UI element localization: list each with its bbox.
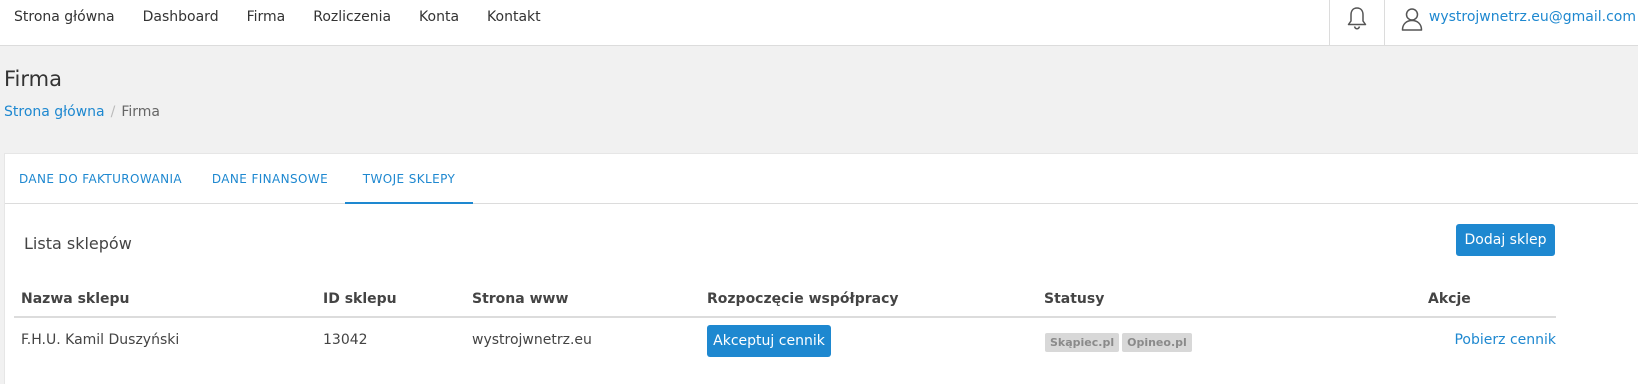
column-header-start: Rozpoczęcie współpracy bbox=[707, 291, 899, 307]
download-pricelist-link[interactable]: Pobierz cennik bbox=[1454, 332, 1556, 348]
main-nav: Strona główna Dashboard Firma Rozliczeni… bbox=[0, 0, 555, 34]
shop-www-cell: wystrojwnetrz.eu bbox=[472, 332, 592, 348]
column-header-actions: Akcje bbox=[1428, 291, 1471, 307]
nav-link-accounts[interactable]: Konta bbox=[405, 9, 473, 25]
bell-icon bbox=[1346, 7, 1368, 30]
user-menu[interactable]: wystrojwnetrz.eu@gmail.com bbox=[1385, 0, 1638, 46]
nav-link-contact[interactable]: Kontakt bbox=[473, 9, 555, 25]
status-badge: Opineo.pl bbox=[1122, 333, 1192, 352]
shop-name-cell: F.H.U. Kamil Duszyński bbox=[21, 332, 180, 348]
page-title: Firma bbox=[4, 67, 62, 91]
column-header-name[interactable]: Nazwa sklepu bbox=[21, 291, 130, 307]
nav-link-home[interactable]: Strona główna bbox=[0, 9, 129, 25]
shops-table: Nazwa sklepu ID sklepu Strona www Rozpoc… bbox=[14, 282, 1556, 368]
notifications-button[interactable] bbox=[1328, 0, 1385, 46]
nav-link-settlements[interactable]: Rozliczenia bbox=[299, 9, 405, 25]
company-card: DANE DO FAKTUROWANIA DANE FINANSOWE TWOJ… bbox=[4, 153, 1638, 384]
breadcrumb-separator: / bbox=[110, 104, 116, 120]
table-header: Nazwa sklepu ID sklepu Strona www Rozpoc… bbox=[14, 282, 1556, 318]
breadcrumb-current: Firma bbox=[121, 104, 160, 120]
shop-list-title: Lista sklepów bbox=[24, 234, 132, 253]
shop-id-cell: 13042 bbox=[323, 332, 368, 348]
status-badges: Skąpiec.pl Opineo.pl bbox=[1045, 333, 1192, 352]
tab-your-shops[interactable]: TWOJE SKLEPY bbox=[345, 154, 473, 204]
tab-billing-data[interactable]: DANE DO FAKTUROWANIA bbox=[5, 154, 196, 204]
accept-pricelist-button[interactable]: Akceptuj cennik bbox=[707, 325, 831, 357]
column-header-status: Statusy bbox=[1044, 291, 1105, 307]
column-header-www[interactable]: Strona www bbox=[472, 291, 568, 307]
status-badge: Skąpiec.pl bbox=[1045, 333, 1120, 352]
breadcrumb-home-link[interactable]: Strona główna bbox=[4, 104, 105, 120]
nav-right: wystrojwnetrz.eu@gmail.com bbox=[1328, 0, 1638, 46]
column-header-id[interactable]: ID sklepu bbox=[323, 291, 397, 307]
breadcrumb: Strona główna / Firma bbox=[4, 102, 160, 122]
user-email-link[interactable]: wystrojwnetrz.eu@gmail.com bbox=[1429, 7, 1636, 27]
top-navbar: Strona główna Dashboard Firma Rozliczeni… bbox=[0, 0, 1638, 46]
table-row: F.H.U. Kamil Duszyński 13042 wystrojwnet… bbox=[14, 318, 1556, 368]
tab-bar: DANE DO FAKTUROWANIA DANE FINANSOWE TWOJ… bbox=[5, 154, 1638, 204]
nav-link-company[interactable]: Firma bbox=[233, 9, 300, 25]
add-shop-button[interactable]: Dodaj sklep bbox=[1456, 224, 1555, 256]
user-icon bbox=[1401, 7, 1429, 31]
nav-link-dashboard[interactable]: Dashboard bbox=[129, 9, 233, 25]
tab-financial-data[interactable]: DANE FINANSOWE bbox=[196, 154, 344, 204]
